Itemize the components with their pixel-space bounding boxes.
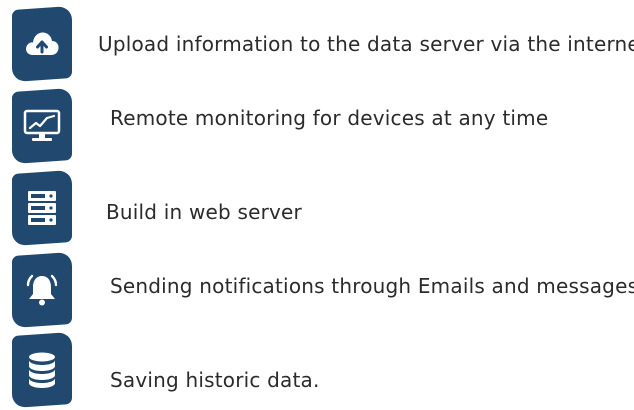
feature-item-historic-data: Saving historic data.	[0, 330, 634, 410]
feature-badge	[12, 331, 72, 409]
feature-badge	[12, 87, 72, 165]
feature-badge	[12, 169, 72, 247]
feature-item-upload: Upload information to the data server vi…	[0, 4, 634, 84]
feature-badge	[12, 5, 72, 83]
bell-icon	[26, 274, 58, 306]
feature-item-web-server: Build in web server	[0, 168, 634, 248]
cloud-upload-icon	[26, 32, 59, 55]
feature-item-notifications: Sending notifications through Emails and…	[0, 250, 634, 330]
server-rack-icon	[28, 191, 56, 225]
feature-item-monitoring: Remote monitoring for devices at any tim…	[0, 86, 634, 166]
monitor-chart-icon	[23, 109, 61, 141]
feature-label: Sending notifications through Emails and…	[110, 274, 634, 298]
feature-label: Remote monitoring for devices at any tim…	[110, 106, 549, 130]
database-icon	[29, 352, 55, 388]
feature-badge	[12, 251, 72, 329]
feature-label: Build in web server	[106, 200, 302, 224]
feature-label: Saving historic data.	[110, 368, 320, 392]
feature-label: Upload information to the data server vi…	[98, 32, 634, 56]
